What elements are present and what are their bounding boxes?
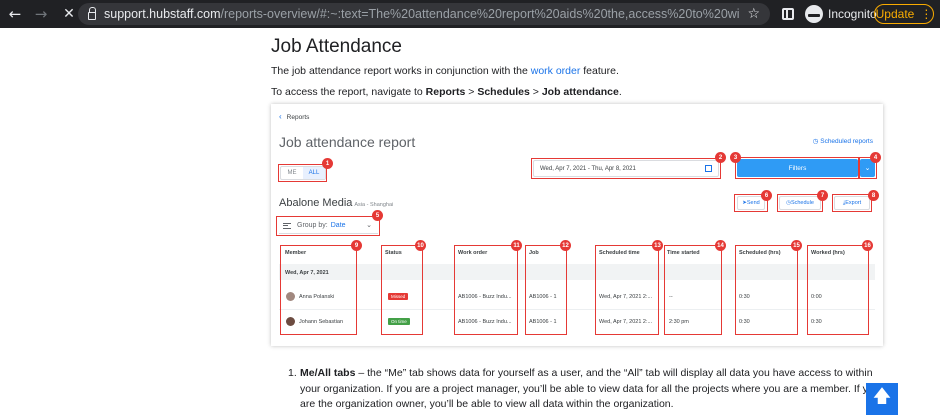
section-heading: Job Attendance xyxy=(271,36,402,57)
annotation-marker: 15 xyxy=(791,240,802,251)
annotation-marker: 5 xyxy=(372,210,383,221)
annotation-box-8 xyxy=(832,194,872,212)
intro-paragraph: The job attendance report works in conju… xyxy=(271,65,619,77)
update-button[interactable]: Update ⋮ xyxy=(874,4,934,24)
annotation-marker: 6 xyxy=(761,190,772,201)
scheduled-reports-link: ◷ Scheduled reports xyxy=(812,138,873,145)
chevron-left-icon: ‹ xyxy=(279,112,282,121)
annotation-marker: 14 xyxy=(715,240,726,251)
annotation-marker: 2 xyxy=(715,152,726,163)
annotation-box-15 xyxy=(735,245,798,335)
browser-toolbar: ← → ✕ support.hubstaff.com/reports-overv… xyxy=(0,0,940,28)
annotation-marker: 1 xyxy=(322,158,333,169)
annotation-marker: 13 xyxy=(652,240,663,251)
menu-dots-icon: ⋮ xyxy=(920,7,933,21)
arrow-up-icon: 🡅 xyxy=(872,386,892,407)
annotation-box-3 xyxy=(735,157,860,179)
annotation-marker: 10 xyxy=(415,240,426,251)
bookmark-star-icon[interactable]: ☆ xyxy=(747,6,760,22)
annotation-box-1 xyxy=(278,164,327,182)
annotation-box-9 xyxy=(280,245,357,335)
annotation-marker: 4 xyxy=(870,152,881,163)
report-screenshot: ‹ Reports Job attendance report ◷ Schedul… xyxy=(271,104,883,346)
annotation-marker: 8 xyxy=(868,190,879,201)
work-order-link[interactable]: work order xyxy=(531,65,581,77)
report-title: Job attendance report xyxy=(279,134,416,150)
organization-name: Abalone Media Asia - Shanghai xyxy=(279,197,394,209)
incognito-icon xyxy=(805,5,823,23)
annotation-box-14 xyxy=(664,245,722,335)
stop-loading-icon[interactable]: ✕ xyxy=(58,3,80,25)
annotation-marker: 11 xyxy=(511,240,522,251)
annotation-marker: 3 xyxy=(730,152,741,163)
annotation-box-7 xyxy=(777,194,823,212)
annotation-box-12 xyxy=(525,245,567,335)
side-panel-icon[interactable] xyxy=(782,8,794,20)
annotation-marker: 16 xyxy=(862,240,873,251)
breadcrumb: ‹ Reports xyxy=(279,112,310,121)
url-text[interactable]: support.hubstaff.com/reports-overview/#:… xyxy=(104,7,739,21)
annotation-box-16 xyxy=(807,245,869,335)
back-arrow-icon[interactable]: ← xyxy=(4,3,26,25)
incognito-label: Incognito xyxy=(828,7,877,21)
annotation-box-5 xyxy=(276,216,380,236)
forward-arrow-icon[interactable]: → xyxy=(30,3,52,25)
list-item: 1. Me/All tabs – the “Me” tab shows data… xyxy=(288,367,880,410)
feature-list: 1. Me/All tabs – the “Me” tab shows data… xyxy=(288,366,908,413)
navigation-paragraph: To access the report, navigate to Report… xyxy=(271,86,622,98)
annotation-marker: 9 xyxy=(351,240,362,251)
annotation-box-2 xyxy=(531,158,721,179)
address-bar[interactable]: support.hubstaff.com/reports-overview/#:… xyxy=(78,3,770,25)
annotation-marker: 7 xyxy=(817,190,828,201)
annotation-box-10 xyxy=(381,245,423,335)
annotation-marker: 12 xyxy=(560,240,571,251)
annotation-box-13 xyxy=(595,245,659,335)
lock-icon[interactable] xyxy=(88,6,96,20)
scroll-to-top-button[interactable]: 🡅 xyxy=(866,383,898,415)
annotation-box-11 xyxy=(454,245,518,335)
